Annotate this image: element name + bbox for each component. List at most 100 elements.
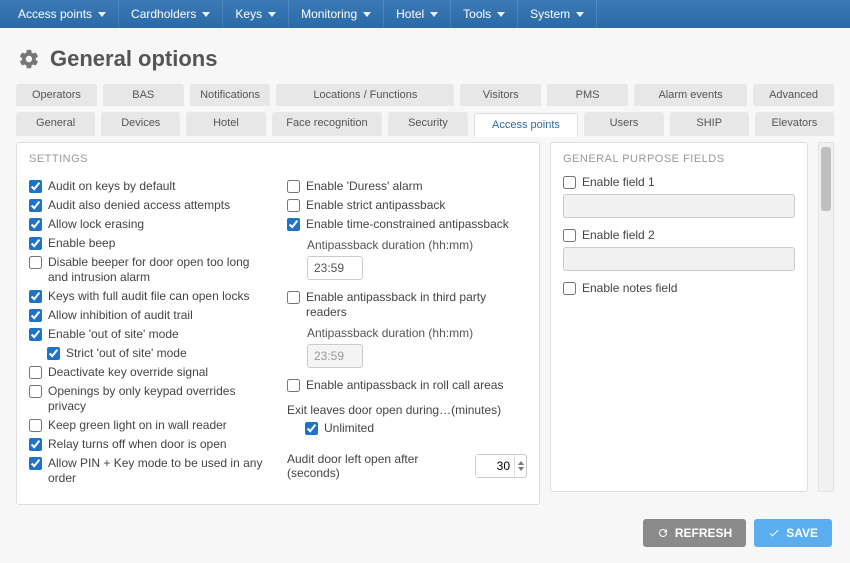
audit-door-spinner[interactable] <box>475 454 527 478</box>
checkbox[interactable] <box>305 422 318 435</box>
chk-label: Enable notes field <box>582 281 677 296</box>
nav-keys[interactable]: Keys <box>223 0 289 28</box>
chk-setting-6[interactable]: Allow inhibition of audit trail <box>29 308 269 323</box>
nav-monitoring[interactable]: Monitoring <box>289 0 384 28</box>
chk-setting-10[interactable]: Openings by only keypad overrides privac… <box>29 384 269 414</box>
spinner-up-icon[interactable] <box>518 461 524 465</box>
chk-setting-9[interactable]: Deactivate key override signal <box>29 365 269 380</box>
tab-operators[interactable]: Operators <box>16 84 97 106</box>
field-2-input[interactable] <box>563 247 795 271</box>
checkbox[interactable] <box>47 347 60 360</box>
nav-hotel[interactable]: Hotel <box>384 0 451 28</box>
refresh-button[interactable]: REFRESH <box>643 519 746 547</box>
checkbox[interactable] <box>29 290 42 303</box>
tab-face-recognition[interactable]: Face recognition <box>272 112 383 136</box>
checkbox[interactable] <box>287 180 300 193</box>
chk-setting-8[interactable]: Strict 'out of site' mode <box>47 346 269 361</box>
page-title-row: General options <box>12 40 838 84</box>
tab-general[interactable]: General <box>16 112 95 136</box>
checkbox[interactable] <box>29 180 42 193</box>
chk-enable-time-apb[interactable]: Enable time-constrained antipassback <box>287 217 527 232</box>
checkbox[interactable] <box>29 366 42 379</box>
checkbox[interactable] <box>563 176 576 189</box>
nav-label: System <box>530 7 570 21</box>
checkbox[interactable] <box>287 291 300 304</box>
chk-enable-duress[interactable]: Enable 'Duress' alarm <box>287 179 527 194</box>
settings-col-2: Enable 'Duress' alarm Enable strict anti… <box>287 175 527 490</box>
chk-unlimited[interactable]: Unlimited <box>305 421 527 436</box>
audit-door-label: Audit door left open after (seconds) <box>287 452 465 480</box>
checkbox[interactable] <box>29 256 42 269</box>
chk-setting-12[interactable]: Relay turns off when door is open <box>29 437 269 452</box>
checkbox[interactable] <box>287 218 300 231</box>
tab-pms[interactable]: PMS <box>547 84 628 106</box>
save-button[interactable]: SAVE <box>754 519 832 547</box>
chk-label: Enable 'out of site' mode <box>48 327 179 342</box>
chk-setting-11[interactable]: Keep green light on in wall reader <box>29 418 269 433</box>
chk-setting-7[interactable]: Enable 'out of site' mode <box>29 327 269 342</box>
chk-setting-3[interactable]: Enable beep <box>29 236 269 251</box>
chk-enable-apb-3p[interactable]: Enable antipassback in third party reade… <box>287 290 527 320</box>
chk-enable-notes[interactable]: Enable notes field <box>563 281 795 296</box>
tab-elevators[interactable]: Elevators <box>755 112 834 136</box>
apb-duration-2-input[interactable] <box>307 344 363 368</box>
chk-enable-field-2[interactable]: Enable field 2 <box>563 228 795 243</box>
chk-label: Keep green light on in wall reader <box>48 418 227 433</box>
checkbox[interactable] <box>287 199 300 212</box>
tab-bas[interactable]: BAS <box>103 84 184 106</box>
checkbox[interactable] <box>29 237 42 250</box>
checkbox[interactable] <box>29 309 42 322</box>
chevron-down-icon <box>202 12 210 17</box>
field-1-input[interactable] <box>563 194 795 218</box>
tab-advanced[interactable]: Advanced <box>753 84 834 106</box>
apb-duration-1-input[interactable] <box>307 256 363 280</box>
checkbox[interactable] <box>29 438 42 451</box>
checkbox[interactable] <box>29 218 42 231</box>
chk-setting-0[interactable]: Audit on keys by default <box>29 179 269 194</box>
checkbox[interactable] <box>29 328 42 341</box>
checkbox[interactable] <box>287 379 300 392</box>
tab-locations-functions[interactable]: Locations / Functions <box>276 84 454 106</box>
audit-door-input[interactable] <box>476 455 514 477</box>
chk-setting-13[interactable]: Allow PIN + Key mode to be used in any o… <box>29 456 269 486</box>
chk-label: Deactivate key override signal <box>48 365 208 380</box>
chk-setting-1[interactable]: Audit also denied access attempts <box>29 198 269 213</box>
tab-hotel2[interactable]: Hotel <box>186 112 265 136</box>
tab-devices[interactable]: Devices <box>101 112 180 136</box>
tab-notifications[interactable]: Notifications <box>190 84 271 106</box>
chevron-down-icon <box>98 12 106 17</box>
tab-users[interactable]: Users <box>584 112 663 136</box>
tab-visitors[interactable]: Visitors <box>460 84 541 106</box>
nav-tools[interactable]: Tools <box>451 0 518 28</box>
checkbox[interactable] <box>29 199 42 212</box>
tab-ship[interactable]: SHIP <box>670 112 749 136</box>
checkbox[interactable] <box>563 282 576 295</box>
chk-enable-strict-apb[interactable]: Enable strict antipassback <box>287 198 527 213</box>
nav-access-points[interactable]: Access points <box>6 0 119 28</box>
tab-alarm-events[interactable]: Alarm events <box>634 84 747 106</box>
nav-label: Tools <box>463 7 491 21</box>
chk-label: Allow PIN + Key mode to be used in any o… <box>48 456 269 486</box>
spinner-down-icon[interactable] <box>518 467 524 471</box>
nav-system[interactable]: System <box>518 0 597 28</box>
chk-setting-2[interactable]: Allow lock erasing <box>29 217 269 232</box>
chk-setting-5[interactable]: Keys with full audit file can open locks <box>29 289 269 304</box>
apb-duration-1-label: Antipassback duration (hh:mm) <box>307 238 527 252</box>
chk-enable-apb-rollcall[interactable]: Enable antipassback in roll call areas <box>287 378 527 393</box>
chk-setting-4[interactable]: Disable beeper for door open too long an… <box>29 255 269 285</box>
nav-cardholders[interactable]: Cardholders <box>119 0 223 28</box>
check-icon <box>768 527 780 539</box>
chevron-down-icon <box>363 12 371 17</box>
checkbox[interactable] <box>563 229 576 242</box>
chk-enable-field-1[interactable]: Enable field 1 <box>563 175 795 190</box>
gpf-header: GENERAL PURPOSE FIELDS <box>563 153 795 165</box>
checkbox[interactable] <box>29 457 42 470</box>
scrollbar-thumb[interactable] <box>821 147 831 211</box>
vertical-scrollbar[interactable] <box>818 142 834 492</box>
tab-access-points[interactable]: Access points <box>474 113 579 137</box>
page-body: General options Operators BAS Notificati… <box>0 28 850 563</box>
chevron-down-icon <box>576 12 584 17</box>
checkbox[interactable] <box>29 419 42 432</box>
tab-security[interactable]: Security <box>388 112 467 136</box>
checkbox[interactable] <box>29 385 42 398</box>
